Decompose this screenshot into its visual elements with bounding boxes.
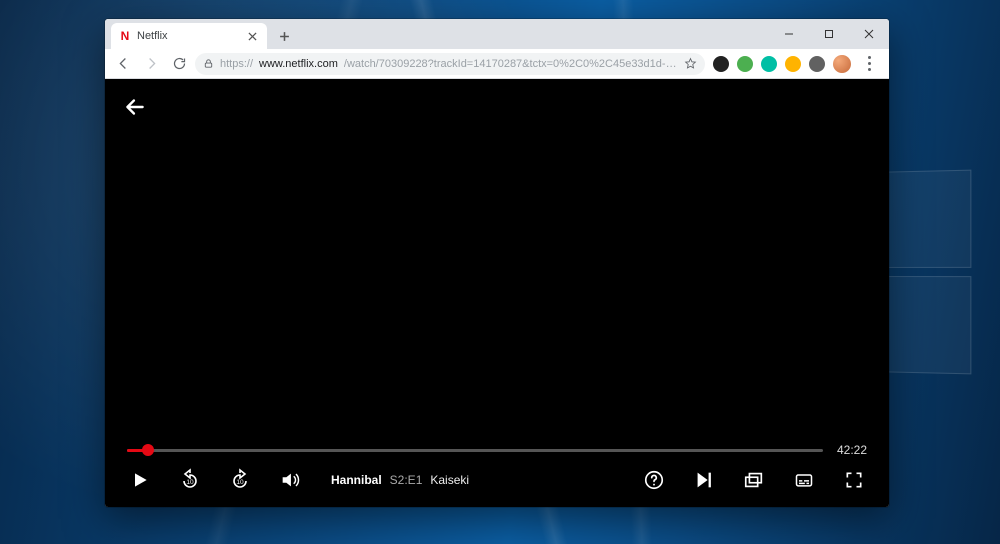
url-protocol: https:// xyxy=(220,58,253,70)
tab-netflix[interactable]: N Netflix xyxy=(111,23,267,49)
episodes-button[interactable] xyxy=(741,467,767,493)
progress-track xyxy=(127,449,823,452)
svg-text:10: 10 xyxy=(236,479,244,486)
extension-icon[interactable] xyxy=(713,56,729,72)
nav-back-button[interactable] xyxy=(111,52,135,76)
extension-icon[interactable] xyxy=(785,56,801,72)
volume-button[interactable] xyxy=(277,467,303,493)
fullscreen-button[interactable] xyxy=(841,467,867,493)
tab-close-button[interactable] xyxy=(245,29,259,43)
episode-name: Kaiseki xyxy=(430,473,469,487)
url-path: /watch/70309228?trackId=14170287&tctx=0%… xyxy=(344,58,678,70)
minimize-button[interactable] xyxy=(769,19,809,49)
chrome-window: N Netflix xyxy=(105,19,889,507)
buttons-row: 10 10 Hannibal S2:E1 Kaiseki xyxy=(127,467,867,493)
svg-text:10: 10 xyxy=(186,479,194,486)
tab-bar: N Netflix xyxy=(105,19,889,49)
forward-10-button[interactable]: 10 xyxy=(227,467,253,493)
netflix-favicon: N xyxy=(119,30,131,42)
show-title: Hannibal xyxy=(331,473,382,487)
extensions-area xyxy=(709,55,883,73)
title-block: Hannibal S2:E1 Kaiseki xyxy=(331,473,469,487)
bookmark-star-icon[interactable] xyxy=(684,57,697,70)
play-button[interactable] xyxy=(127,467,153,493)
player-controls: 42:22 10 10 Hannibal S2:E1 Kaise xyxy=(105,443,889,507)
reload-button[interactable] xyxy=(167,52,191,76)
rewind-10-button[interactable]: 10 xyxy=(177,467,203,493)
extension-icon[interactable] xyxy=(761,56,777,72)
maximize-button[interactable] xyxy=(809,19,849,49)
episode-code: S2:E1 xyxy=(390,473,423,487)
chrome-menu-button[interactable] xyxy=(859,56,879,71)
tab-title: Netflix xyxy=(137,30,168,42)
nav-forward-button[interactable] xyxy=(139,52,163,76)
close-window-button[interactable] xyxy=(849,19,889,49)
lock-icon xyxy=(203,58,214,69)
progress-knob[interactable] xyxy=(142,444,154,456)
window-controls xyxy=(769,19,889,49)
next-episode-button[interactable] xyxy=(691,467,717,493)
netflix-player: 42:22 10 10 Hannibal S2:E1 Kaise xyxy=(105,79,889,507)
subtitles-button[interactable] xyxy=(791,467,817,493)
extension-icon[interactable] xyxy=(737,56,753,72)
scrub-row: 42:22 xyxy=(127,443,867,457)
time-remaining: 42:22 xyxy=(837,443,867,457)
player-back-button[interactable] xyxy=(121,93,149,121)
new-tab-button[interactable] xyxy=(273,25,295,47)
help-button[interactable] xyxy=(641,467,667,493)
address-bar: https:// www.netflix.com/watch/70309228?t… xyxy=(105,49,889,79)
progress-bar[interactable] xyxy=(127,443,823,457)
extension-icon[interactable] xyxy=(809,56,825,72)
profile-avatar[interactable] xyxy=(833,55,851,73)
url-box[interactable]: https:// www.netflix.com/watch/70309228?t… xyxy=(195,53,705,75)
url-domain: www.netflix.com xyxy=(259,58,338,70)
